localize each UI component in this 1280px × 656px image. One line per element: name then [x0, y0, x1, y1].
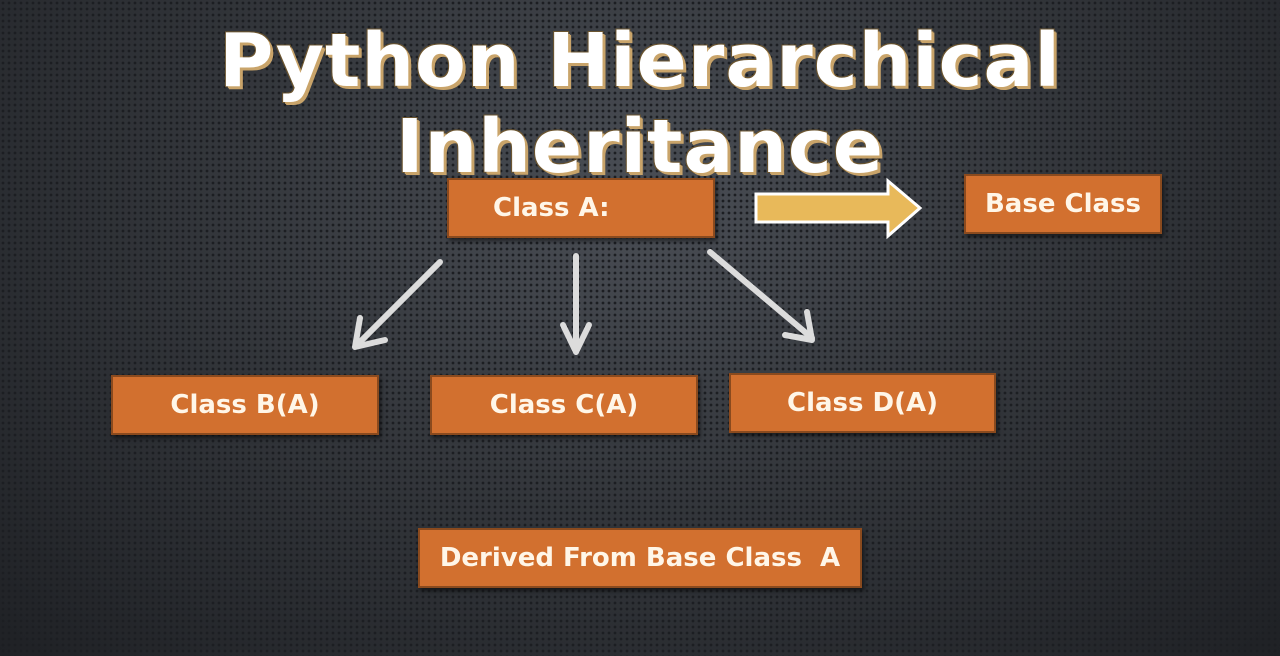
- base-class-label: Base Class: [984, 189, 1141, 219]
- arrow-to-class-d: [707, 249, 815, 343]
- arrow-to-class-b: [352, 259, 443, 350]
- class-c-label: Class C(A): [489, 390, 639, 420]
- class-b-label: Class B(A): [170, 390, 320, 420]
- class-d-box: Class D(A): [729, 373, 996, 433]
- base-class-box: Base Class: [964, 174, 1162, 234]
- arrow-to-class-c: [560, 253, 592, 355]
- derived-label: Derived From Base Class A: [439, 543, 841, 573]
- class-b-box: Class B(A): [111, 375, 379, 435]
- class-d-label: Class D(A): [786, 388, 938, 418]
- block-arrow-to-base-class: [754, 177, 923, 240]
- derived-box: Derived From Base Class A: [418, 528, 862, 588]
- class-a-box: Class A:: [447, 178, 715, 238]
- class-a-label: Class A:: [493, 193, 610, 223]
- class-c-box: Class C(A): [430, 375, 698, 435]
